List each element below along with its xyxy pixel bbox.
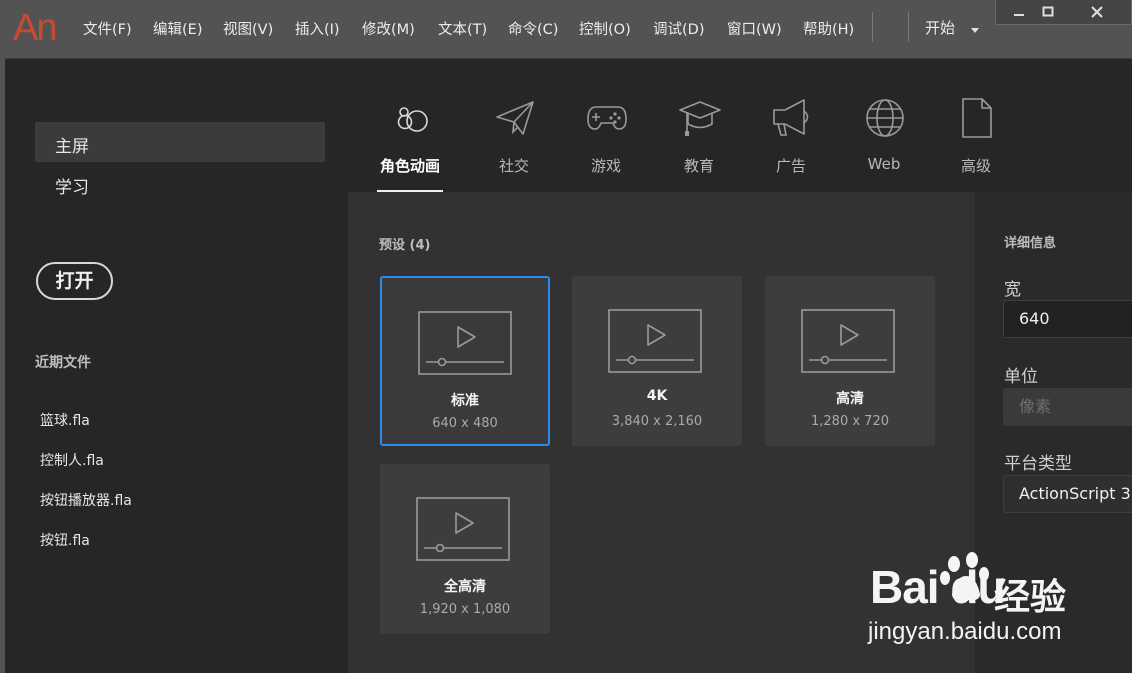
preset-card-standard[interactable]: 标准 640 x 480	[380, 276, 550, 446]
preset-card-full-hd[interactable]: 全高清 1,920 x 1,080	[380, 464, 550, 634]
globe-icon	[866, 99, 904, 137]
chevron-down-icon[interactable]	[971, 28, 979, 33]
megaphone-icon	[773, 99, 809, 136]
details-panel: 详细信息 宽 640 单位 像素 平台类型 ActionScript 3.0	[975, 192, 1132, 673]
menu-divider	[908, 12, 909, 42]
menu-modify[interactable]: 修改(M)	[362, 19, 415, 41]
preset-name: 全高清	[444, 579, 486, 595]
paper-plane-icon	[496, 101, 534, 135]
restore-button[interactable]	[1033, 2, 1063, 22]
minimize-button[interactable]	[1004, 2, 1034, 22]
preset-name: 高清	[836, 391, 864, 407]
width-input[interactable]: 640	[1003, 300, 1132, 338]
preset-name: 标准	[451, 393, 479, 409]
unit-select: 像素	[1003, 388, 1132, 426]
menu-bar: An 文件(F) 编辑(E) 视图(V) 插入(I) 修改(M) 文本(T) 命…	[0, 0, 1132, 58]
video-preset-icon	[418, 311, 512, 375]
platform-label: 平台类型	[1004, 454, 1072, 474]
preset-card-hd[interactable]: 高清 1,280 x 720	[765, 276, 935, 446]
menu-edit[interactable]: 编辑(E)	[153, 19, 202, 41]
video-preset-icon	[608, 309, 702, 373]
graduation-cap-icon	[679, 101, 721, 136]
recent-files-heading: 近期文件	[35, 355, 91, 371]
recent-file[interactable]: 按钮播放器.fla	[40, 490, 132, 510]
menu-divider	[872, 12, 873, 42]
restore-icon	[1042, 6, 1054, 17]
tab-education[interactable]: 教育	[663, 97, 735, 193]
open-button[interactable]: 打开	[36, 262, 113, 300]
menu-window[interactable]: 窗口(W)	[727, 19, 782, 41]
tab-web[interactable]: Web	[848, 97, 920, 193]
preset-name: 4K	[646, 388, 668, 404]
video-preset-icon	[416, 497, 510, 561]
menu-help[interactable]: 帮助(H)	[803, 19, 854, 41]
menu-command[interactable]: 命令(C)	[508, 19, 558, 41]
workspace-switcher[interactable]: 开始	[925, 17, 955, 39]
app-logo: An	[13, 7, 57, 49]
tab-label: Web	[867, 155, 901, 173]
presets-panel: 预设 (4) 标准 640 x 480 4K 3,840 x 2,160 高清 …	[348, 192, 975, 673]
video-preset-icon	[801, 309, 895, 373]
tab-label: 角色动画	[379, 157, 440, 175]
document-icon	[962, 98, 992, 138]
sidebar-item-home-label[interactable]: 主屏	[55, 132, 89, 157]
minimize-icon	[1014, 14, 1024, 16]
close-button[interactable]	[1082, 2, 1112, 22]
tab-character-animation[interactable]: 角色动画	[374, 97, 446, 193]
menu-text[interactable]: 文本(T)	[438, 19, 487, 41]
window-controls	[995, 0, 1132, 25]
tab-label: 广告	[775, 157, 806, 175]
tab-label: 教育	[683, 157, 714, 175]
tab-ads[interactable]: 广告	[755, 97, 827, 193]
unit-label: 单位	[1004, 367, 1038, 387]
menu-control[interactable]: 控制(O)	[579, 19, 631, 41]
recent-file[interactable]: 控制人.fla	[40, 450, 104, 470]
start-screen: 主屏 学习 打开 近期文件 篮球.fla 控制人.fla 按钮播放器.fla 按…	[5, 58, 1132, 673]
menu-insert[interactable]: 插入(I)	[295, 19, 340, 41]
tab-label: 高级	[960, 157, 991, 175]
tab-label: 社交	[498, 157, 529, 175]
recent-file[interactable]: 篮球.fla	[40, 410, 90, 430]
preset-size: 1,920 x 1,080	[419, 602, 511, 617]
character-animation-icon	[397, 107, 428, 132]
platform-select[interactable]: ActionScript 3.0	[1003, 475, 1132, 513]
preset-size: 1,280 x 720	[811, 414, 889, 429]
details-title: 详细信息	[1004, 236, 1057, 251]
sidebar-item-learn[interactable]: 学习	[55, 173, 89, 198]
gamepad-icon	[587, 106, 627, 130]
presets-title: 预设 (4)	[379, 238, 431, 253]
tab-advanced[interactable]: 高级	[940, 97, 1012, 193]
recent-file[interactable]: 按钮.fla	[40, 530, 90, 550]
menu-view[interactable]: 视图(V)	[223, 19, 273, 41]
menu-file[interactable]: 文件(F)	[83, 19, 132, 41]
tab-games[interactable]: 游戏	[570, 97, 642, 193]
close-icon	[1091, 6, 1103, 18]
tab-label: 游戏	[590, 157, 621, 175]
preset-size: 3,840 x 2,160	[611, 414, 703, 429]
tab-social[interactable]: 社交	[478, 97, 550, 193]
menu-debug[interactable]: 调试(D)	[653, 19, 704, 41]
preset-card-4k[interactable]: 4K 3,840 x 2,160	[572, 276, 742, 446]
preset-size: 640 x 480	[432, 416, 498, 431]
width-label: 宽	[1004, 280, 1021, 300]
